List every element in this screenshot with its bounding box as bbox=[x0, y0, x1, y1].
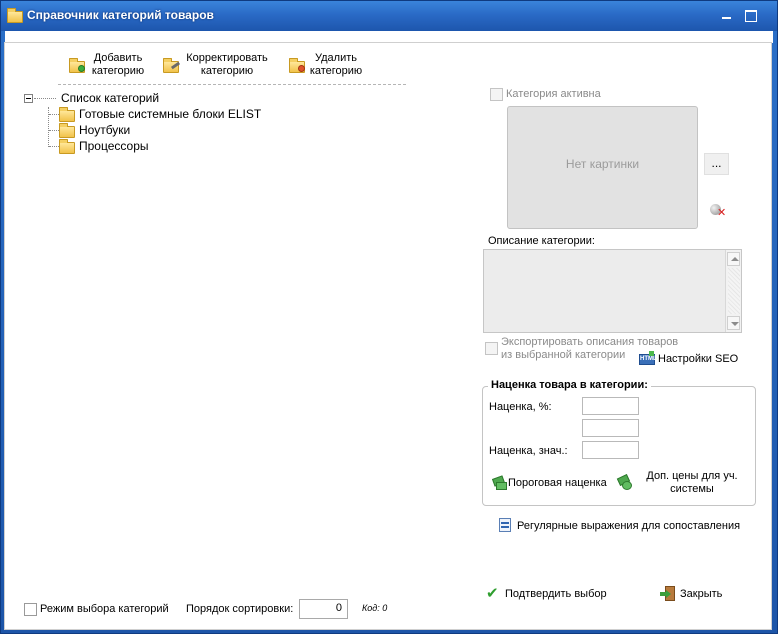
close-label: Закрыть bbox=[680, 588, 723, 600]
regex-icon bbox=[498, 517, 514, 533]
add-category-line1: Добавить bbox=[93, 52, 143, 64]
markup-percent-label: Наценка, %: bbox=[489, 401, 552, 413]
category-active-label: Категория активна bbox=[506, 88, 601, 100]
extra-prices-label: Доп. цены для уч. системы bbox=[638, 470, 746, 496]
tree-item[interactable]: Процессоры bbox=[79, 139, 149, 153]
edit-category-line1: Корректировать bbox=[186, 52, 268, 64]
regex-label: Регулярные выражения для сопоставления bbox=[517, 520, 741, 532]
markup-percent-input[interactable] bbox=[582, 397, 639, 415]
selection-mode-checkbox[interactable] bbox=[24, 603, 37, 616]
folder-icon bbox=[59, 139, 75, 154]
minimize-button[interactable] bbox=[716, 7, 738, 23]
description-scrollbar[interactable] bbox=[725, 250, 741, 332]
add-category-line2: категорию bbox=[91, 65, 145, 77]
exit-door-icon bbox=[660, 586, 676, 602]
sort-order-input[interactable]: 0 bbox=[299, 599, 348, 619]
extra-prices-line1: Доп. цены для уч. bbox=[646, 470, 738, 482]
add-folder-icon bbox=[69, 58, 85, 73]
html-icon: HTML bbox=[639, 351, 657, 367]
markup-group-title: Наценка товара в категории: bbox=[488, 379, 651, 391]
seo-settings-label: Настройки SEO bbox=[658, 353, 739, 365]
scroll-down-icon[interactable] bbox=[727, 316, 740, 330]
delete-image-icon[interactable]: ✕ bbox=[709, 203, 726, 219]
category-code: Код: 0 bbox=[362, 603, 388, 613]
tree-collapse-icon[interactable] bbox=[24, 94, 33, 103]
money-settings-icon bbox=[616, 474, 633, 490]
delete-category-line2: категорию bbox=[309, 65, 363, 77]
category-active-checkbox[interactable] bbox=[490, 88, 503, 101]
selection-mode-label: Режим выбора категорий bbox=[40, 603, 169, 615]
checkmark-icon: ✔ bbox=[486, 585, 499, 602]
no-image-text: Нет картинки bbox=[565, 157, 640, 171]
markup-value-label: Наценка, знач.: bbox=[489, 445, 568, 457]
title-bar[interactable]: Справочник категорий товаров bbox=[1, 1, 777, 31]
folder-icon bbox=[59, 123, 75, 138]
browse-image-button[interactable]: ... bbox=[704, 153, 729, 175]
confirm-label: Подтвердить выбор bbox=[505, 588, 607, 600]
delete-category-line1: Удалить bbox=[315, 52, 357, 64]
extra-prices-line2: системы bbox=[670, 483, 714, 495]
edit-folder-icon bbox=[163, 58, 181, 73]
description-label: Описание категории: bbox=[488, 235, 595, 247]
maximize-button[interactable] bbox=[740, 7, 762, 23]
scroll-up-icon[interactable] bbox=[727, 252, 740, 266]
money-icon bbox=[491, 475, 508, 491]
toolbar-divider bbox=[58, 84, 406, 85]
tree-root[interactable]: Список категорий bbox=[59, 91, 161, 105]
delete-folder-icon bbox=[289, 58, 305, 73]
markup-extra-input[interactable] bbox=[582, 419, 639, 437]
folder-icon bbox=[59, 107, 75, 122]
window-title: Справочник категорий товаров bbox=[27, 8, 214, 22]
export-line1: Экспортировать описания товаров bbox=[501, 336, 679, 348]
tree-item[interactable]: Готовые системные блоки ELIST bbox=[79, 107, 261, 121]
folder-icon bbox=[7, 8, 23, 23]
markup-value-input[interactable] bbox=[582, 441, 639, 459]
category-image: Нет картинки bbox=[507, 106, 698, 229]
sort-order-label: Порядок сортировки: bbox=[186, 603, 294, 615]
threshold-markup-label: Пороговая наценка bbox=[508, 477, 607, 489]
export-descriptions-checkbox[interactable] bbox=[485, 342, 498, 355]
edit-category-line2: категорию bbox=[200, 65, 254, 77]
description-textarea[interactable] bbox=[483, 249, 742, 333]
tree-item[interactable]: Ноутбуки bbox=[79, 123, 130, 137]
